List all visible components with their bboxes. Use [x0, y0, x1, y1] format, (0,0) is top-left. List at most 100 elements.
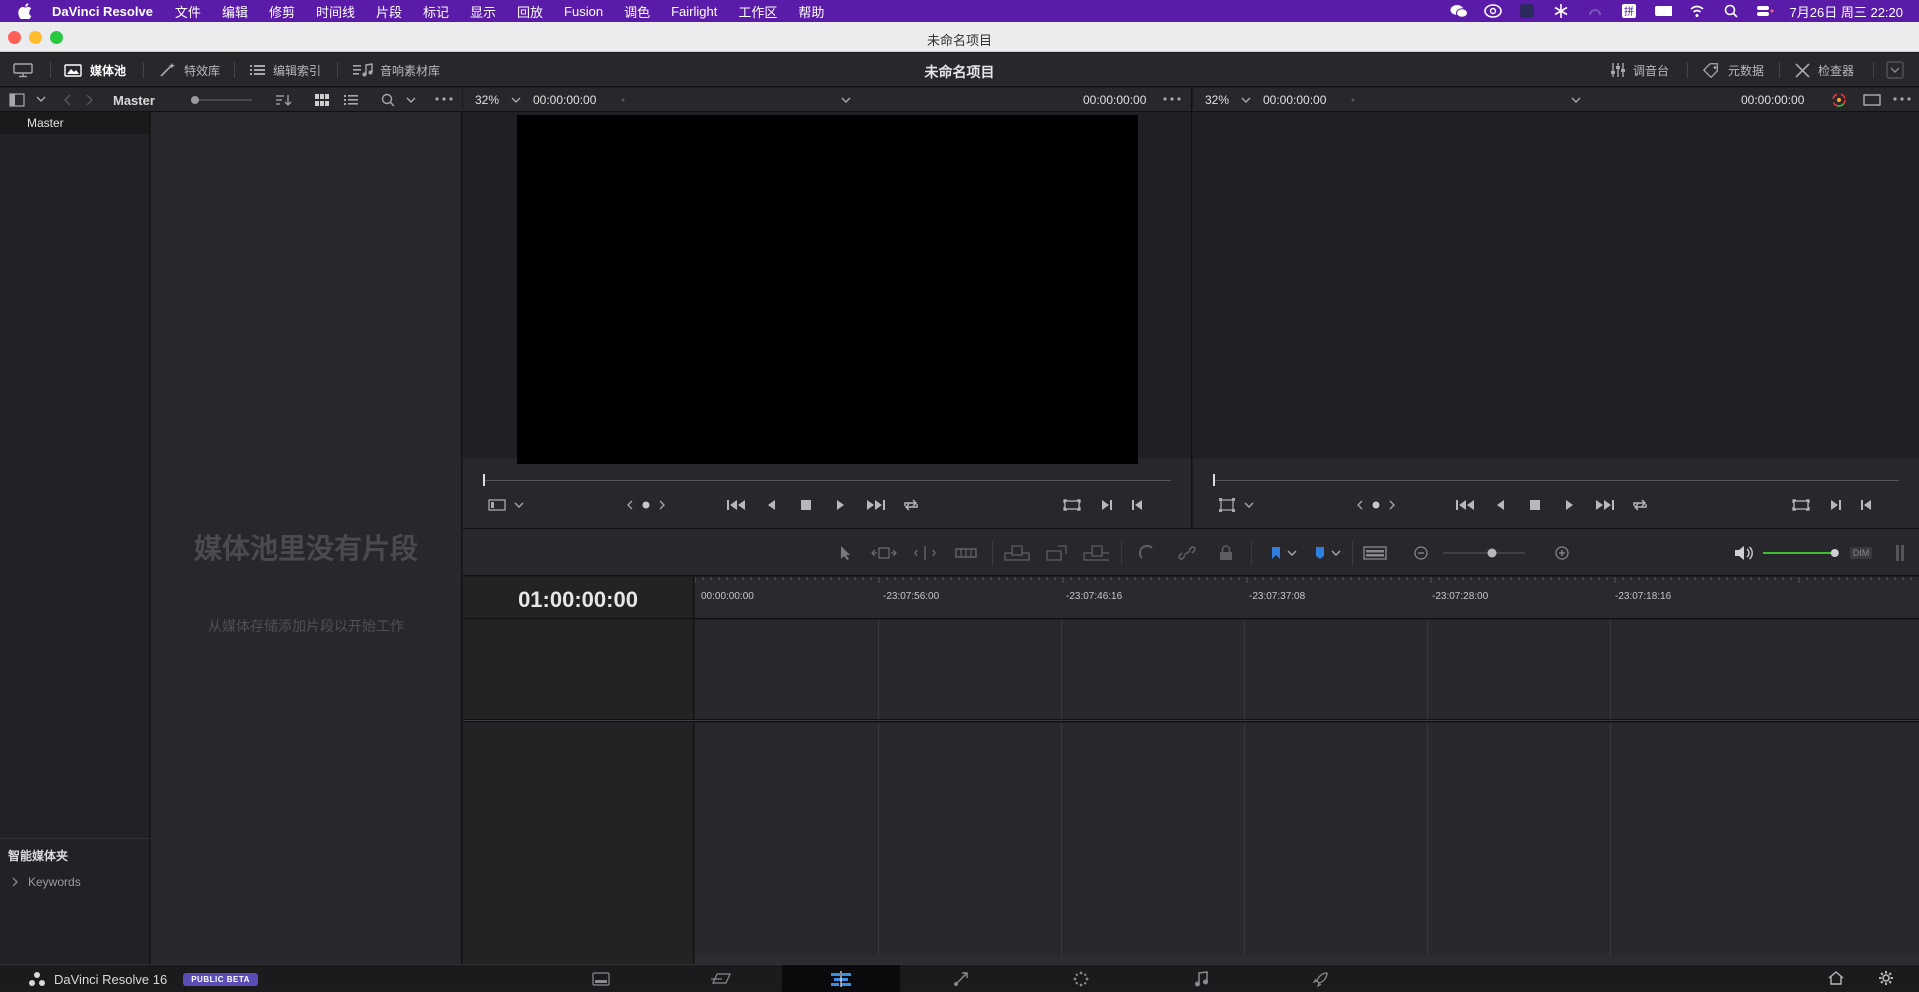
apple-icon[interactable]: [18, 0, 38, 22]
play-icon[interactable]: [829, 494, 853, 516]
forward-arrow-icon[interactable]: [85, 94, 93, 106]
audio-meter-toggle-icon[interactable]: [1887, 543, 1913, 563]
overwrite-clip-icon[interactable]: [1044, 543, 1070, 563]
jog-control[interactable]: [1351, 494, 1401, 516]
page-cut[interactable]: [662, 965, 780, 992]
source-scrubber[interactable]: [483, 480, 1171, 481]
selection-mode-icon[interactable]: [832, 543, 858, 563]
page-edit[interactable]: [782, 965, 900, 992]
go-to-last-frame-icon[interactable]: [864, 494, 888, 516]
audio-track-area[interactable]: [695, 723, 1919, 955]
source-zoom-level[interactable]: 32%: [475, 93, 499, 107]
chevron-down-icon[interactable]: [36, 95, 46, 103]
spotlight-search-icon[interactable]: [1722, 3, 1740, 19]
menu-fusion[interactable]: Fusion: [564, 4, 603, 19]
go-to-first-frame-icon[interactable]: [1453, 494, 1477, 516]
video-track-area[interactable]: [695, 620, 1919, 719]
thumbnail-size-slider[interactable]: [190, 94, 256, 106]
page-fusion[interactable]: [902, 965, 1020, 992]
menu-help[interactable]: 帮助: [798, 2, 824, 21]
video-audio-divider[interactable]: [463, 719, 1919, 722]
timeline-ruler[interactable]: 00:00:00:00 -23:07:56:00 -23:07:46:16 -2…: [695, 577, 1919, 619]
menu-workspace[interactable]: 工作区: [738, 2, 777, 21]
gear-icon[interactable]: [1878, 970, 1894, 986]
page-media[interactable]: [542, 965, 660, 992]
play-icon[interactable]: [1558, 494, 1582, 516]
link-icon[interactable]: [1174, 543, 1200, 563]
mark-out-icon[interactable]: [1125, 494, 1149, 516]
menu-file[interactable]: 文件: [175, 2, 201, 21]
control-center-icon[interactable]: [1756, 3, 1774, 19]
battery-icon[interactable]: [1654, 3, 1672, 19]
clip-select-dropdown[interactable]: [841, 96, 851, 104]
go-to-last-frame-icon[interactable]: [1593, 494, 1617, 516]
lock-icon[interactable]: [1213, 543, 1239, 563]
sort-icon[interactable]: [275, 93, 293, 107]
zoom-in-icon[interactable]: [1549, 543, 1575, 563]
search-icon[interactable]: [381, 93, 395, 107]
chevron-down-icon[interactable]: [1323, 543, 1349, 563]
page-color[interactable]: [1022, 965, 1140, 992]
edit-index-button[interactable]: 编辑索引: [249, 53, 321, 87]
metadata-button[interactable]: 元数据: [1702, 53, 1764, 87]
mark-in-out-icon[interactable]: [1824, 494, 1848, 516]
menu-view[interactable]: 显示: [470, 2, 496, 21]
sidebar-item-master[interactable]: Master: [0, 112, 149, 134]
menu-playback[interactable]: 回放: [517, 2, 543, 21]
mark-out-icon[interactable]: [1854, 494, 1878, 516]
viewer-mode-icon[interactable]: [485, 494, 509, 516]
menubar-clock[interactable]: 7月26日 周三 22:20: [1790, 2, 1903, 21]
app-menu[interactable]: DaVinci Resolve: [52, 4, 153, 19]
play-reverse-icon[interactable]: [759, 494, 783, 516]
audio-level-slider[interactable]: [1759, 543, 1841, 563]
media-pool-button[interactable]: 媒体池: [64, 53, 126, 87]
timeline-scrub-handle[interactable]: [1213, 474, 1215, 486]
timeline-horizontal-scrollbar[interactable]: [695, 955, 1919, 964]
menu-trim[interactable]: 修剪: [269, 2, 295, 21]
home-icon[interactable]: [1828, 971, 1844, 985]
menu-fairlight[interactable]: Fairlight: [671, 4, 717, 19]
trim-edit-icon[interactable]: [871, 543, 897, 563]
wifi-icon[interactable]: [1688, 3, 1706, 19]
more-options-icon[interactable]: [1163, 97, 1181, 101]
replace-clip-icon[interactable]: [1083, 543, 1109, 563]
chevron-down-icon[interactable]: [406, 96, 416, 104]
input-method-icon[interactable]: 拼: [1620, 3, 1638, 19]
zoom-out-icon[interactable]: [1408, 543, 1434, 563]
chevron-down-icon[interactable]: [507, 494, 531, 516]
stop-icon[interactable]: [1523, 494, 1547, 516]
jog-control[interactable]: [621, 494, 671, 516]
toolbar-collapse-button[interactable]: [1886, 53, 1904, 87]
insert-clip-icon[interactable]: [1004, 543, 1030, 563]
app-square-icon[interactable]: [1518, 3, 1536, 19]
chevron-down-icon[interactable]: [1241, 96, 1251, 104]
timeline-zoom-level[interactable]: 32%: [1205, 93, 1229, 107]
dim-button[interactable]: DIM: [1849, 543, 1873, 563]
source-scrub-handle[interactable]: [483, 474, 485, 486]
match-frame-icon[interactable]: [1060, 494, 1084, 516]
speaker-icon[interactable]: [1731, 543, 1757, 563]
sound-library-button[interactable]: 音响素材库: [352, 53, 440, 87]
source-viewer-screen[interactable]: [517, 115, 1138, 464]
chevron-down-icon[interactable]: [511, 96, 521, 104]
more-options-icon[interactable]: [435, 97, 453, 101]
play-reverse-icon[interactable]: [1488, 494, 1512, 516]
timeline-view-options-icon[interactable]: [1362, 543, 1388, 563]
media-pool-panel[interactable]: 媒体池里没有片段 从媒体存储添加片段以开始工作: [151, 112, 462, 964]
mark-in-out-icon[interactable]: [1095, 494, 1119, 516]
timeline-select-dropdown[interactable]: [1571, 96, 1581, 104]
viewer-aspect-icon[interactable]: [1863, 94, 1881, 106]
back-arrow-icon[interactable]: [64, 94, 72, 106]
menu-timeline[interactable]: 时间线: [316, 2, 355, 21]
menu-color[interactable]: 调色: [624, 2, 650, 21]
go-to-first-frame-icon[interactable]: [724, 494, 748, 516]
blade-edit-icon[interactable]: [912, 543, 938, 563]
page-fairlight[interactable]: [1142, 965, 1260, 992]
more-options-icon[interactable]: [1893, 97, 1911, 101]
sidebar-item-keywords[interactable]: Keywords: [12, 875, 81, 889]
menu-edit[interactable]: 编辑: [222, 2, 248, 21]
menu-mark[interactable]: 标记: [423, 2, 449, 21]
effects-library-button[interactable]: 特效库: [158, 53, 220, 87]
cloud-arc-icon[interactable]: [1586, 3, 1604, 19]
snapping-icon[interactable]: [1135, 543, 1161, 563]
